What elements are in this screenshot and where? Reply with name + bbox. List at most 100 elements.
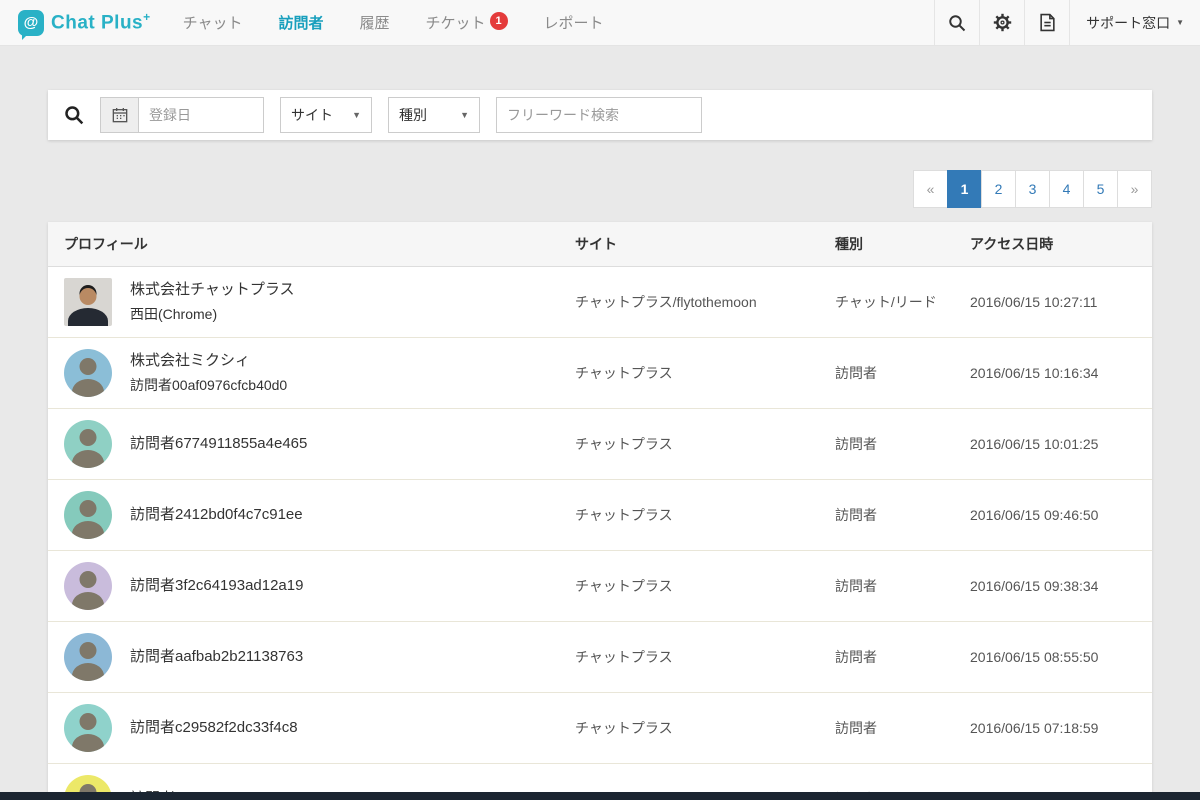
profile-cell: 株式会社ミクシィ 訪問者00af0976cfcb40d0 xyxy=(48,339,575,407)
chevron-down-icon: ▼ xyxy=(352,110,361,120)
profile-cell: 訪問者3f2c64193ad12a19 xyxy=(48,552,575,620)
datetime-cell: 2016/06/15 09:46:50 xyxy=(970,507,1152,523)
account-label: サポート窓口 xyxy=(1086,13,1170,33)
pagination-prev-button[interactable]: « xyxy=(913,170,948,208)
filter-bar: サイト ▼ 種別 ▼ xyxy=(48,90,1152,140)
nav-item-history[interactable]: 履歴 xyxy=(342,0,408,45)
type-cell: チャット/リード xyxy=(835,292,970,312)
datetime-cell: 2016/06/15 10:27:11 xyxy=(970,294,1152,310)
avatar xyxy=(64,633,112,681)
table-row[interactable]: 訪問者6774911855a4e465 チャットプラス 訪問者 2016/06/… xyxy=(48,409,1152,480)
table-row[interactable]: 株式会社ミクシィ 訪問者00af0976cfcb40d0 チャットプラス 訪問者… xyxy=(48,338,1152,409)
visitor-name: 株式会社ミクシィ xyxy=(130,352,287,371)
avatar xyxy=(64,349,112,397)
chatplus-logo-icon: @ xyxy=(18,10,44,36)
type-cell: 訪問者 xyxy=(835,647,970,667)
pagination-next-button[interactable]: » xyxy=(1117,170,1152,208)
avatar xyxy=(64,278,112,326)
type-select-label: 種別 xyxy=(399,105,427,125)
search-icon xyxy=(948,14,966,32)
table-row[interactable]: 訪問者3f2c64193ad12a19 チャットプラス 訪問者 2016/06/… xyxy=(48,551,1152,622)
settings-button[interactable] xyxy=(979,0,1024,45)
site-cell: チャットプラス xyxy=(575,434,835,454)
visitor-name: 訪問者aafbab2b21138763 xyxy=(130,648,303,667)
type-select[interactable]: 種別 ▼ xyxy=(388,97,480,133)
type-cell: 訪問者 xyxy=(835,434,970,454)
site-cell: チャットプラス xyxy=(575,576,835,596)
datetime-cell: 2016/06/15 08:55:50 xyxy=(970,649,1152,665)
chevron-down-icon: ▼ xyxy=(1176,18,1184,27)
visitor-sub: 訪問者00af0976cfcb40d0 xyxy=(130,377,287,394)
calendar-icon xyxy=(112,107,128,123)
table-row[interactable]: 株式会社チャットプラス 西田(Chrome) チャットプラス/flytothem… xyxy=(48,267,1152,338)
brand-logo[interactable]: @ Chat Plus+ xyxy=(0,0,165,45)
profile-cell: 訪問者aafbab2b21138763 xyxy=(48,623,575,691)
visitor-name: 訪問者2412bd0f4c7c91ee xyxy=(130,506,303,525)
profile-cell: 訪問者6774911855a4e465 xyxy=(48,410,575,478)
profile-cell: 訪問者2412bd0f4c7c91ee xyxy=(48,481,575,549)
col-header-datetime: アクセス日時 xyxy=(970,222,1152,266)
visitor-name: 訪問者c29582f2dc33f4c8 xyxy=(130,719,298,738)
table-row[interactable]: 訪問者2412bd0f4c7c91ee チャットプラス 訪問者 2016/06/… xyxy=(48,480,1152,551)
nav-item-tickets-label: チケット xyxy=(426,12,486,33)
site-cell: チャットプラス xyxy=(575,718,835,738)
table-row[interactable]: 訪問者aafbab2b21138763 チャットプラス 訪問者 2016/06/… xyxy=(48,622,1152,693)
main-nav: チャット 訪問者 履歴 チケット 1 レポート xyxy=(165,0,622,45)
chevron-down-icon: ▼ xyxy=(460,110,469,120)
search-button[interactable] xyxy=(934,0,979,45)
profile-cell: 株式会社チャットプラス 西田(Chrome) xyxy=(48,268,575,336)
calendar-button[interactable] xyxy=(100,97,138,133)
col-header-profile: プロフィール xyxy=(48,222,575,266)
pagination-page-5[interactable]: 5 xyxy=(1083,170,1118,208)
registration-date-input[interactable] xyxy=(138,97,264,133)
gear-icon xyxy=(993,13,1012,32)
search-icon xyxy=(64,105,84,125)
document-icon xyxy=(1039,13,1056,32)
avatar xyxy=(64,562,112,610)
date-filter-group xyxy=(100,97,264,133)
site-select[interactable]: サイト ▼ xyxy=(280,97,372,133)
visitors-table: プロフィール サイト 種別 アクセス日時 株式会社チャットプラス 西田(Chro… xyxy=(48,222,1152,800)
page: @ Chat Plus+ チャット 訪問者 履歴 チケット 1 レポート xyxy=(0,0,1200,800)
visitor-name: 訪問者3f2c64193ad12a19 xyxy=(130,577,303,596)
account-dropdown[interactable]: サポート窓口 ▼ xyxy=(1069,0,1200,45)
pagination-page-4[interactable]: 4 xyxy=(1049,170,1084,208)
site-cell: チャットプラス xyxy=(575,505,835,525)
site-cell: チャットプラス/flytothemoon xyxy=(575,292,835,312)
type-cell: 訪問者 xyxy=(835,718,970,738)
brand-text: Chat Plus+ xyxy=(51,10,151,34)
pagination-page-2[interactable]: 2 xyxy=(981,170,1016,208)
site-cell: チャットプラス xyxy=(575,647,835,667)
navbar-right: サポート窓口 ▼ xyxy=(934,0,1200,45)
top-navbar: @ Chat Plus+ チャット 訪問者 履歴 チケット 1 レポート xyxy=(0,0,1200,46)
table-row[interactable]: 訪問者c29582f2dc33f4c8 チャットプラス 訪問者 2016/06/… xyxy=(48,693,1152,764)
col-header-site: サイト xyxy=(575,222,835,266)
datetime-cell: 2016/06/15 10:01:25 xyxy=(970,436,1152,452)
col-header-type: 種別 xyxy=(835,222,970,266)
avatar xyxy=(64,491,112,539)
site-cell: チャットプラス xyxy=(575,363,835,383)
document-button[interactable] xyxy=(1024,0,1069,45)
nav-item-reports[interactable]: レポート xyxy=(526,0,622,45)
filter-search-button[interactable] xyxy=(64,105,84,125)
visitor-sub: 西田(Chrome) xyxy=(130,306,295,323)
nav-item-chat[interactable]: チャット xyxy=(165,0,261,45)
type-cell: 訪問者 xyxy=(835,576,970,596)
type-cell: 訪問者 xyxy=(835,505,970,525)
pagination: « 1 2 3 4 5 » xyxy=(913,170,1152,208)
site-select-label: サイト xyxy=(291,105,333,125)
pagination-row: « 1 2 3 4 5 » xyxy=(48,170,1152,208)
avatar xyxy=(64,420,112,468)
keyword-search-input[interactable] xyxy=(496,97,702,133)
table-header-row: プロフィール サイト 種別 アクセス日時 xyxy=(48,222,1152,267)
datetime-cell: 2016/06/15 10:16:34 xyxy=(970,365,1152,381)
footer-bar xyxy=(0,792,1200,800)
pagination-page-1[interactable]: 1 xyxy=(947,170,982,208)
type-cell: 訪問者 xyxy=(835,363,970,383)
datetime-cell: 2016/06/15 09:38:34 xyxy=(970,578,1152,594)
nav-item-tickets[interactable]: チケット 1 xyxy=(408,0,526,45)
pagination-page-3[interactable]: 3 xyxy=(1015,170,1050,208)
main-content: サイト ▼ 種別 ▼ « 1 2 3 4 5 » プロフィール xyxy=(0,46,1200,800)
nav-item-visitors[interactable]: 訪問者 xyxy=(261,0,342,45)
avatar xyxy=(64,704,112,752)
